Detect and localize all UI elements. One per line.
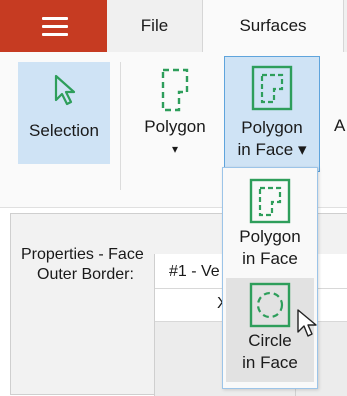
app-menu-button[interactable]	[0, 0, 107, 52]
selection-button[interactable]: Selection	[18, 62, 110, 164]
menu-item-polygon-line2: in Face	[242, 249, 298, 268]
outer-border-value: #1 - Ve	[169, 263, 220, 280]
polygon-in-face-dropdown-menu: Polygon in Face Circle in Face	[222, 167, 318, 389]
properties-title: Properties - Face	[21, 246, 144, 263]
tab-surfaces[interactable]: Surfaces	[202, 0, 344, 52]
ribbon-button-cutoff[interactable]: A	[334, 116, 345, 136]
polygon-label: Polygon	[144, 117, 206, 136]
polygon-icon	[161, 68, 189, 112]
chevron-down-icon: ▾	[171, 142, 179, 156]
mouse-cursor-icon	[297, 309, 317, 337]
arrow-pointer-icon	[54, 74, 76, 106]
ribbon-separator	[120, 62, 121, 190]
polygon-button[interactable]: Polygon ▾	[129, 62, 221, 164]
polygon-in-face-icon	[251, 65, 293, 111]
polygon-in-face-label-line1: Polygon	[241, 118, 303, 137]
menu-item-polygon-line1: Polygon	[239, 227, 301, 246]
menu-item-polygon-in-face[interactable]: Polygon in Face	[226, 174, 314, 278]
polygon-in-face-button[interactable]: Polygon in Face ▾	[224, 56, 320, 172]
polygon-in-face-icon	[249, 178, 291, 224]
selection-label: Selection	[29, 121, 99, 140]
polygon-in-face-label-line2: in Face ▾	[237, 140, 307, 159]
outer-border-label: Outer Border:	[37, 266, 134, 283]
hamburger-icon	[42, 17, 68, 36]
menu-item-circle-line2: in Face	[242, 353, 298, 372]
circle-in-face-icon	[249, 282, 291, 328]
tab-file[interactable]: File	[107, 0, 202, 52]
ribbon-tab-bar: File Surfaces	[0, 0, 347, 52]
